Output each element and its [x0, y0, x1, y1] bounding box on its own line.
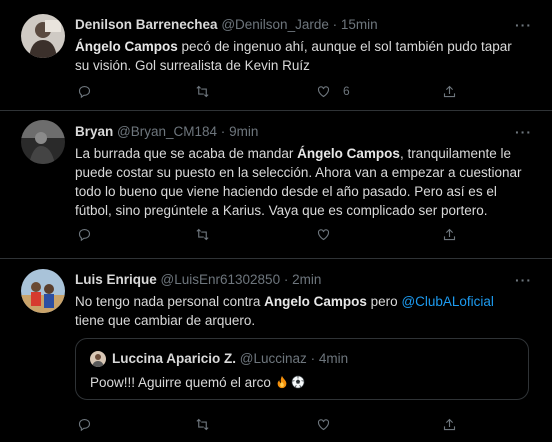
retweet-icon: [196, 228, 209, 240]
quoted-header: Luccina Aparicio Z. @Luccinaz · 4min: [112, 351, 348, 366]
tweet-actions: [75, 225, 552, 245]
retweet-button[interactable]: [195, 82, 210, 100]
retweet-icon: [196, 418, 209, 430]
tweet-actions: [75, 415, 552, 435]
mention-link[interactable]: @ClubALoficial: [401, 294, 494, 309]
tweet[interactable]: Luis Enrique @LuisEnr61302850 · 2min ···…: [0, 259, 552, 442]
quoted-display-name[interactable]: Luccina Aparicio Z.: [112, 351, 236, 366]
tweet-text-body: tiene que cambiar de arquero.: [75, 313, 256, 328]
like-icon: [317, 228, 330, 240]
username[interactable]: @Denilson_Jarde: [221, 17, 329, 32]
reply-icon: [78, 85, 91, 98]
reply-button[interactable]: [77, 82, 92, 100]
quoted-tweet[interactable]: Luccina Aparicio Z. @Luccinaz · 4min Poo…: [75, 338, 529, 400]
retweet-icon: [196, 85, 209, 97]
more-options-icon[interactable]: ···: [515, 273, 532, 287]
like-icon: [317, 85, 330, 97]
fire-emoji: [277, 375, 286, 389]
quoted-avatar[interactable]: [90, 351, 106, 367]
share-icon: [443, 418, 456, 430]
mention-name: Angelo Campos: [264, 294, 367, 309]
reply-icon: [78, 228, 91, 241]
tweet-text: Ángelo Campos pecó de ingenuo ahí, aunqu…: [75, 37, 524, 75]
mention-name: Ángelo Campos: [297, 146, 400, 161]
avatar[interactable]: [21, 269, 65, 313]
tweet[interactable]: Bryan @Bryan_CM184 · 9min ··· La burrada…: [0, 111, 552, 259]
separator: ·: [332, 17, 338, 32]
reply-button[interactable]: [77, 225, 92, 243]
like-count: 6: [343, 84, 350, 98]
reply-icon: [78, 418, 91, 431]
display-name[interactable]: Bryan: [75, 124, 113, 139]
username[interactable]: @LuisEnr61302850: [161, 272, 281, 287]
more-options-icon[interactable]: ···: [515, 18, 532, 32]
share-button[interactable]: [442, 82, 457, 100]
retweet-button[interactable]: [195, 225, 210, 243]
tweet-feed: Denilson Barrenechea @Denilson_Jarde · 1…: [0, 0, 552, 442]
separator: ·: [310, 351, 316, 366]
tweet-header: Bryan @Bryan_CM184 · 9min: [75, 111, 524, 140]
display-name[interactable]: Denilson Barrenechea: [75, 17, 218, 32]
retweet-button[interactable]: [195, 415, 210, 433]
display-name[interactable]: Luis Enrique: [75, 272, 157, 287]
quoted-username[interactable]: @Luccinaz: [240, 351, 307, 366]
tweet-text: La burrada que se acaba de mandar Ángelo…: [75, 144, 524, 220]
tweet-text-body: No tengo nada personal contra: [75, 294, 265, 309]
quoted-text-body: Poow!!! Aguirre quemó el arco: [90, 375, 275, 390]
tweet-header: Luis Enrique @LuisEnr61302850 · 2min: [75, 259, 524, 288]
timestamp[interactable]: 2min: [292, 272, 321, 287]
avatar[interactable]: [21, 120, 65, 164]
share-button[interactable]: [442, 415, 457, 433]
share-icon: [443, 228, 456, 240]
avatar[interactable]: [21, 14, 65, 58]
mention-name: Ángelo Campos: [75, 39, 178, 54]
reply-button[interactable]: [77, 415, 92, 433]
separator: ·: [283, 272, 289, 287]
like-button[interactable]: [316, 415, 331, 433]
quoted-timestamp[interactable]: 4min: [319, 351, 348, 366]
tweet-header: Denilson Barrenechea @Denilson_Jarde · 1…: [75, 0, 524, 33]
soccer-ball-emoji: [291, 375, 305, 389]
timestamp[interactable]: 9min: [229, 124, 258, 139]
like-button[interactable]: [316, 225, 331, 243]
tweet-text-body: La burrada que se acaba de mandar: [75, 146, 298, 161]
tweet[interactable]: Denilson Barrenechea @Denilson_Jarde · 1…: [0, 0, 552, 111]
tweet-actions: 6: [75, 82, 552, 102]
tweet-text: No tengo nada personal contra Angelo Cam…: [75, 292, 524, 330]
username[interactable]: @Bryan_CM184: [117, 124, 217, 139]
tweet-text-body: pero: [366, 294, 402, 309]
quoted-text: Poow!!! Aguirre quemó el arco: [90, 375, 305, 390]
share-icon: [443, 85, 456, 97]
like-icon: [317, 418, 330, 430]
more-options-icon[interactable]: ···: [515, 125, 532, 139]
separator: ·: [220, 124, 226, 139]
timestamp[interactable]: 15min: [341, 17, 378, 32]
share-button[interactable]: [442, 225, 457, 243]
like-button[interactable]: 6: [316, 82, 350, 100]
